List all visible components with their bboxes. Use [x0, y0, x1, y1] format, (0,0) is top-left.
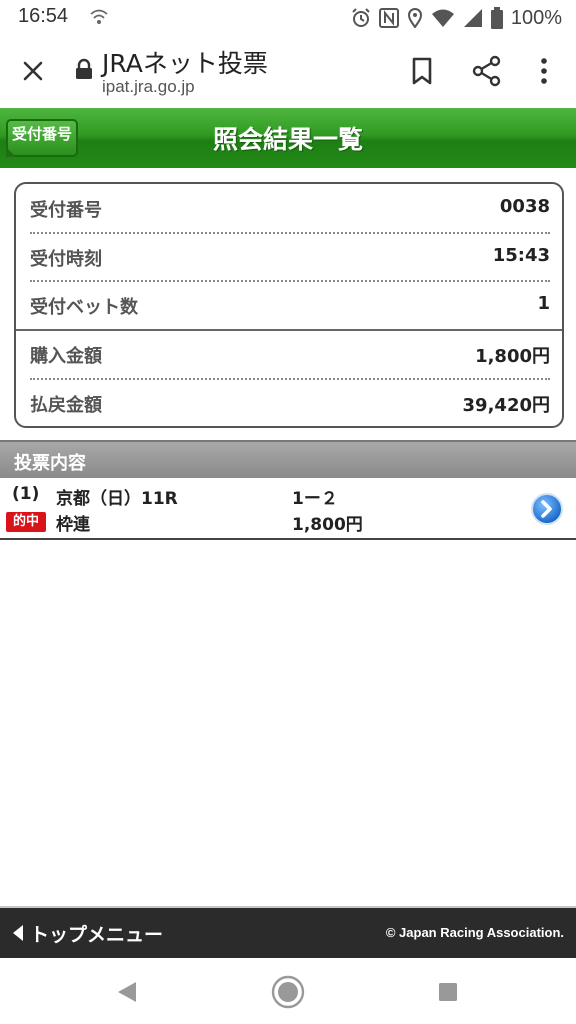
browser-toolbar: JRAネット投票 ipat.jra.go.jp	[0, 36, 576, 108]
summary-label: 払戻金額	[30, 395, 102, 416]
summary-value: 15:43	[492, 245, 550, 266]
page-header: 受付番号 照会結果一覧	[0, 108, 576, 168]
battery-icon	[490, 7, 503, 29]
share-icon[interactable]	[470, 54, 504, 88]
summary-label: 受付ベット数	[30, 297, 138, 318]
summary-value: 1,800円	[475, 346, 550, 367]
bet-list-item[interactable]: (1) 京都（日）11R 1ー２ 的中 枠連 1,800円	[0, 478, 576, 540]
bet-combination: 1ー２	[292, 489, 338, 509]
top-menu-link[interactable]: トップメニュー	[12, 920, 163, 946]
status-icons: 100%	[351, 4, 562, 32]
browser-url[interactable]: ipat.jra.go.jp	[102, 77, 195, 97]
location-icon	[407, 8, 422, 28]
nav-home-icon[interactable]	[271, 975, 305, 1009]
chevron-right-icon[interactable]	[530, 492, 564, 526]
summary-value: 0038	[499, 196, 550, 217]
browser-page-title: JRAネット投票	[102, 49, 268, 78]
summary-row-purchase-amount: 購入金額 1,800円	[30, 330, 550, 378]
nfc-status-icon	[90, 9, 108, 24]
triangle-left-icon	[13, 925, 23, 941]
nfc-n-icon	[378, 8, 399, 28]
summary-value: 1	[537, 293, 550, 314]
summary-label: 受付時刻	[30, 249, 102, 270]
hit-badge: 的中	[6, 512, 46, 532]
section-header: 投票内容	[0, 440, 576, 478]
more-options-icon[interactable]	[532, 56, 556, 86]
summary-row-payout-amount: 払戻金額 39,420円	[30, 379, 550, 427]
summary-row-receipt-time: 受付時刻 15:43	[30, 233, 550, 281]
footer-bar: トップメニュー © Japan Racing Association.	[0, 906, 576, 958]
summary-row-bet-count: 受付ベット数 1	[30, 281, 550, 329]
bet-race: 京都（日）11R	[56, 489, 178, 509]
status-bar: 16:54 100%	[0, 0, 576, 36]
summary-value: 39,420円	[462, 395, 550, 416]
bookmark-icon[interactable]	[408, 56, 436, 86]
summary-row-receipt-number: 受付番号 0038	[30, 184, 550, 232]
status-time: 16:54	[18, 5, 69, 27]
summary-box: 受付番号 0038 受付時刻 15:43 受付ベット数 1 購入金額 1,800…	[14, 182, 564, 428]
summary-label: 購入金額	[30, 346, 102, 367]
bet-type: 枠連	[56, 515, 90, 535]
copyright-text: © Japan Racing Association.	[385, 925, 564, 940]
bet-amount: 1,800円	[292, 515, 363, 535]
nav-recents-icon[interactable]	[438, 982, 458, 1002]
bet-number: (1)	[12, 484, 40, 504]
nav-back-icon[interactable]	[116, 980, 138, 1004]
system-nav-bar	[0, 958, 576, 1024]
page-title: 照会結果一覧	[212, 125, 363, 154]
section-title: 投票内容	[14, 453, 86, 474]
summary-label: 受付番号	[30, 200, 102, 221]
wifi-icon	[431, 9, 454, 27]
battery-percentage: 100%	[510, 6, 562, 29]
signal-icon	[463, 9, 482, 27]
top-menu-label: トップメニュー	[30, 923, 164, 946]
alarm-icon	[352, 8, 370, 27]
close-icon[interactable]	[18, 56, 48, 86]
lock-icon	[76, 58, 92, 79]
